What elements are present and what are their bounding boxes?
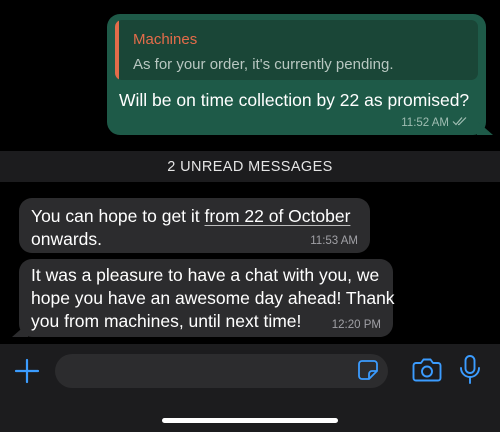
message-meta: 11:52 AM xyxy=(401,116,468,129)
message-time: 11:53 AM xyxy=(310,235,358,247)
plus-icon[interactable] xyxy=(14,358,40,384)
bubble-tail xyxy=(12,323,28,337)
message-line: It was a pleasure to have a chat with yo… xyxy=(31,265,380,285)
message-time: 11:52 AM xyxy=(401,116,449,129)
bubble-tail xyxy=(477,121,493,135)
read-receipt-icon xyxy=(452,116,468,129)
quoted-reply[interactable]: Machines As for your order, it's current… xyxy=(115,20,478,80)
incoming-message[interactable]: You can hope to get it from 22 of Octobe… xyxy=(19,198,370,253)
home-indicator[interactable] xyxy=(162,418,338,423)
quote-text: As for your order, it's currently pendin… xyxy=(133,56,394,73)
message-text: You can hope to get it xyxy=(31,206,205,226)
message-line: You can hope to get it from 22 of Octobe… xyxy=(31,206,350,227)
quote-author: Machines xyxy=(133,31,198,48)
chat-area: Machines As for your order, it's current… xyxy=(0,0,500,344)
camera-icon[interactable] xyxy=(412,356,442,384)
composer-bar xyxy=(0,344,500,432)
message-line: you from machines, until next time! xyxy=(31,311,302,331)
quote-accent-bar xyxy=(115,20,119,80)
unread-label: 2 UNREAD MESSAGES xyxy=(167,158,333,175)
message-line: onwards. xyxy=(31,229,103,249)
unread-divider: 2 UNREAD MESSAGES xyxy=(0,151,500,182)
microphone-icon[interactable] xyxy=(458,354,482,386)
outgoing-message[interactable]: Machines As for your order, it's current… xyxy=(107,14,493,135)
sticker-icon[interactable] xyxy=(357,359,379,381)
message-line: hope you have an awesome day ahead! Than… xyxy=(31,288,395,308)
incoming-message[interactable]: It was a pleasure to have a chat with yo… xyxy=(12,259,395,337)
message-text: Will be on time collection by 22 as prom… xyxy=(119,90,470,110)
message-time: 12:20 PM xyxy=(331,319,381,331)
date-link[interactable]: from 22 of October xyxy=(205,206,351,226)
message-input[interactable] xyxy=(55,354,388,388)
